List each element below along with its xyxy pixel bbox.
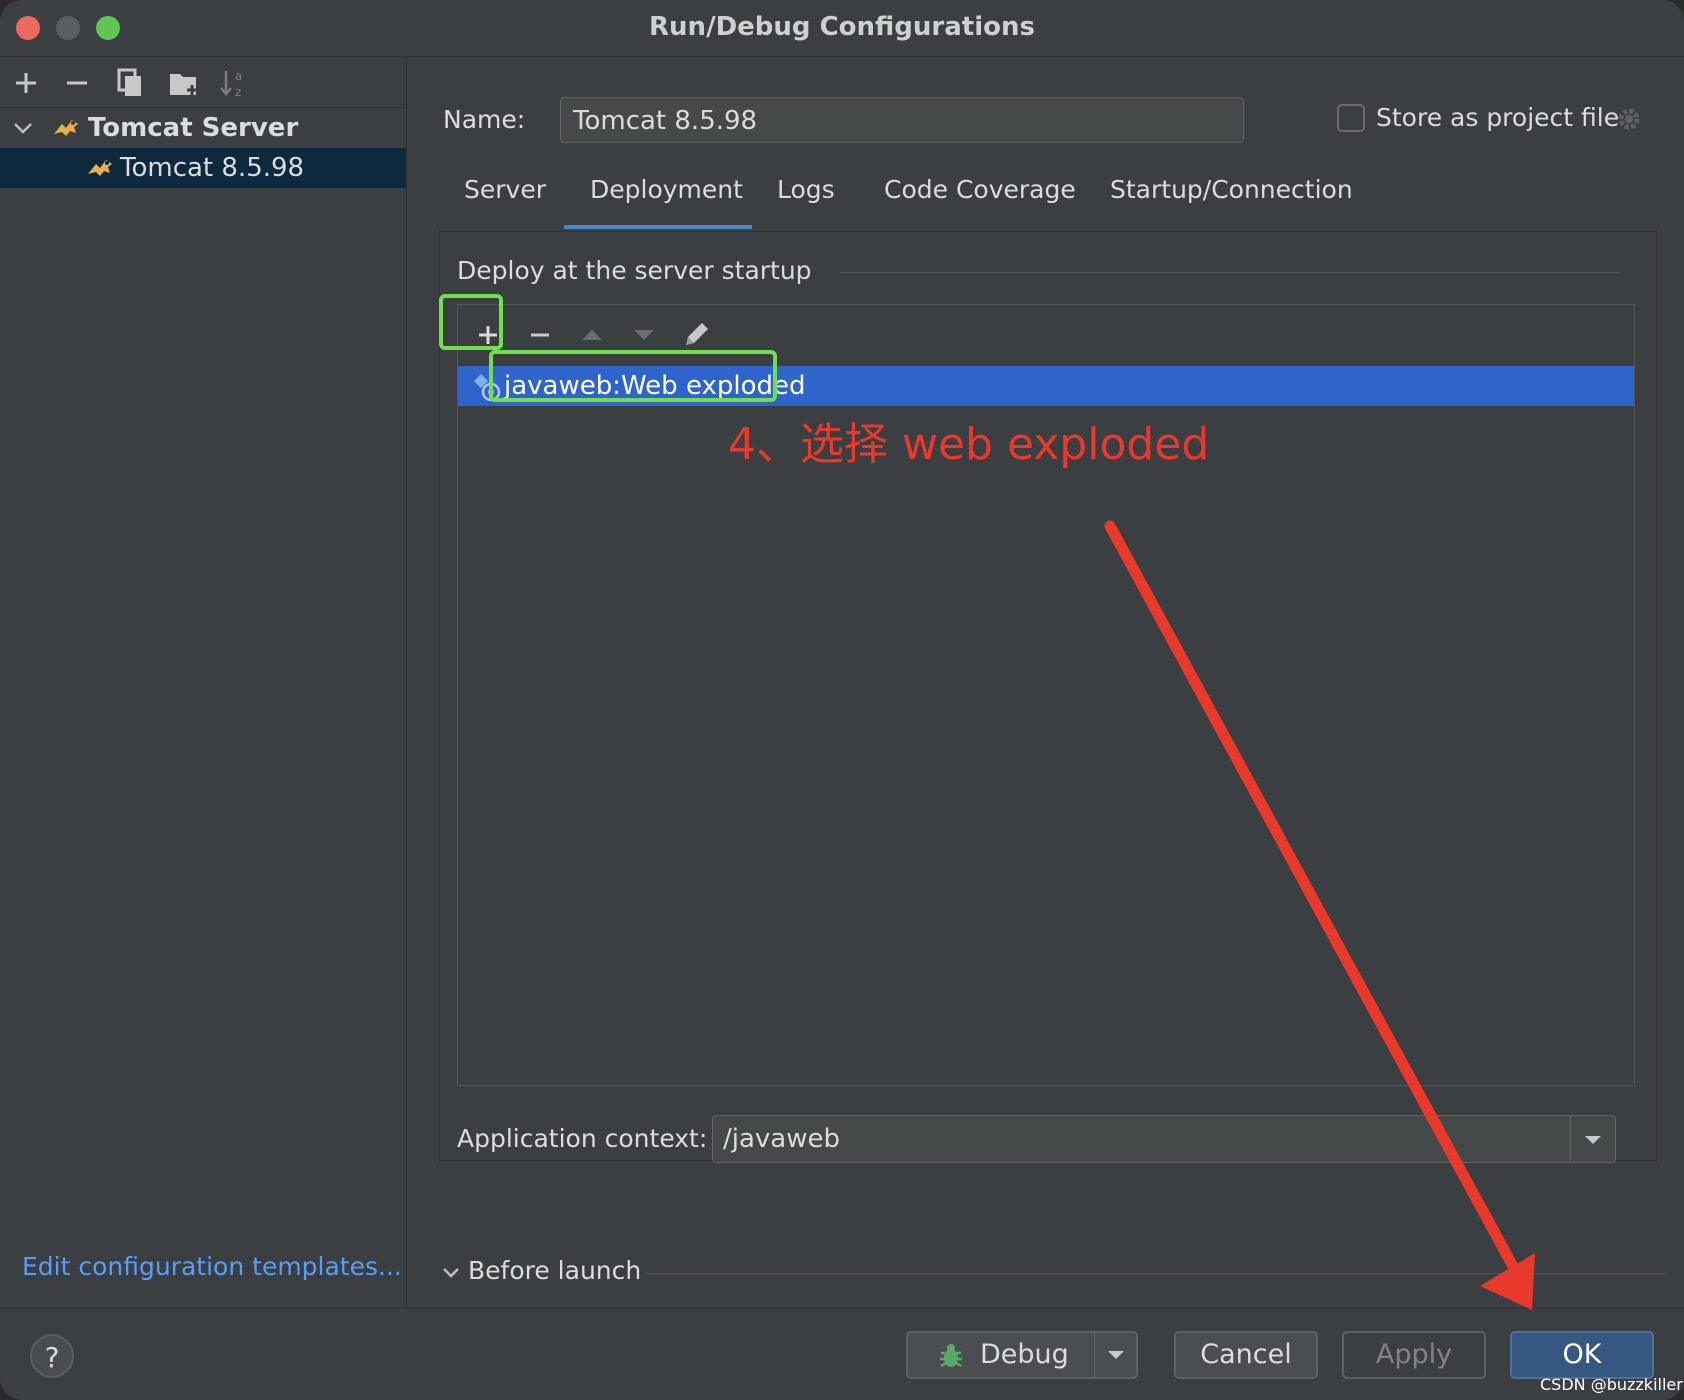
- tree-item-label: Tomcat Server: [88, 113, 299, 143]
- store-as-project-file-checkbox[interactable]: [1337, 104, 1365, 132]
- configuration-editor: Name: Tomcat 8.5.98 Store as project fil…: [407, 57, 1684, 1307]
- application-context-combobox[interactable]: /javaweb: [712, 1115, 1616, 1163]
- remove-icon[interactable]: [59, 65, 95, 101]
- title-bar: Run/Debug Configurations: [0, 0, 1684, 57]
- tomcat-icon: [86, 154, 114, 182]
- help-button[interactable]: ?: [30, 1334, 74, 1378]
- configurations-sidebar: az Tomcat Server Tomcat 8.5.98 Edit conf…: [0, 57, 407, 1307]
- name-input[interactable]: Tomcat 8.5.98: [560, 97, 1244, 143]
- cancel-button[interactable]: Cancel: [1174, 1331, 1318, 1379]
- tab-server[interactable]: Server: [464, 175, 546, 204]
- chevron-down-icon[interactable]: [441, 1263, 461, 1283]
- copy-icon[interactable]: [112, 65, 148, 101]
- before-launch-divider: [647, 1273, 1667, 1274]
- new-folder-icon[interactable]: [166, 65, 202, 101]
- tab-deployment[interactable]: Deployment: [590, 175, 743, 204]
- debug-button[interactable]: Debug: [906, 1331, 1138, 1379]
- sort-icon[interactable]: az: [216, 65, 252, 101]
- annotation-text: 4、选择 web exploded: [728, 419, 1210, 470]
- tab-code-coverage[interactable]: Code Coverage: [884, 175, 1076, 204]
- active-tab-indicator: [564, 225, 752, 229]
- tab-startup-connection[interactable]: Startup/Connection: [1110, 175, 1353, 204]
- dialog-button-bar: ? Debug Cancel Apply OK: [0, 1308, 1684, 1400]
- dialog-window: Run/Debug Configurations az Tomcat Serve…: [0, 0, 1684, 1400]
- deployment-panel: Deploy at the server startup javaweb:Web…: [439, 231, 1657, 1163]
- gear-icon[interactable]: [1615, 105, 1643, 133]
- chevron-down-icon[interactable]: [1570, 1116, 1615, 1162]
- application-context-value: /javaweb: [723, 1124, 840, 1154]
- group-divider: [840, 272, 1620, 273]
- edit-templates-link[interactable]: Edit configuration templates...: [22, 1252, 402, 1281]
- svg-text:z: z: [235, 85, 241, 99]
- bug-icon: [936, 1341, 966, 1371]
- highlight-artifact: [489, 350, 777, 402]
- svg-text:a: a: [235, 69, 242, 83]
- apply-button[interactable]: Apply: [1342, 1331, 1486, 1379]
- tab-logs[interactable]: Logs: [777, 175, 835, 204]
- store-as-project-file-label: Store as project file: [1376, 103, 1620, 132]
- before-launch-label[interactable]: Before launch: [468, 1256, 641, 1285]
- ok-button[interactable]: OK: [1510, 1331, 1654, 1379]
- chevron-down-icon[interactable]: [1095, 1333, 1138, 1377]
- highlight-add-button: [439, 294, 503, 350]
- tree-item-tomcat-server[interactable]: Tomcat Server: [0, 108, 406, 148]
- window-title: Run/Debug Configurations: [649, 12, 1035, 42]
- tomcat-icon: [52, 114, 80, 142]
- deploy-group-title: Deploy at the server startup: [457, 256, 812, 285]
- watermark: CSDN @buzzkiller: [1540, 1375, 1683, 1394]
- application-context-label: Application context:: [457, 1124, 708, 1153]
- tree-item-label: Tomcat 8.5.98: [120, 153, 305, 183]
- name-label: Name:: [443, 105, 526, 134]
- tree-item-tomcat-8598[interactable]: Tomcat 8.5.98: [0, 148, 406, 188]
- chevron-down-icon[interactable]: [12, 108, 34, 148]
- debug-button-label: Debug: [980, 1339, 1069, 1370]
- add-icon[interactable]: [8, 65, 44, 101]
- sidebar-toolbar: az: [0, 57, 406, 108]
